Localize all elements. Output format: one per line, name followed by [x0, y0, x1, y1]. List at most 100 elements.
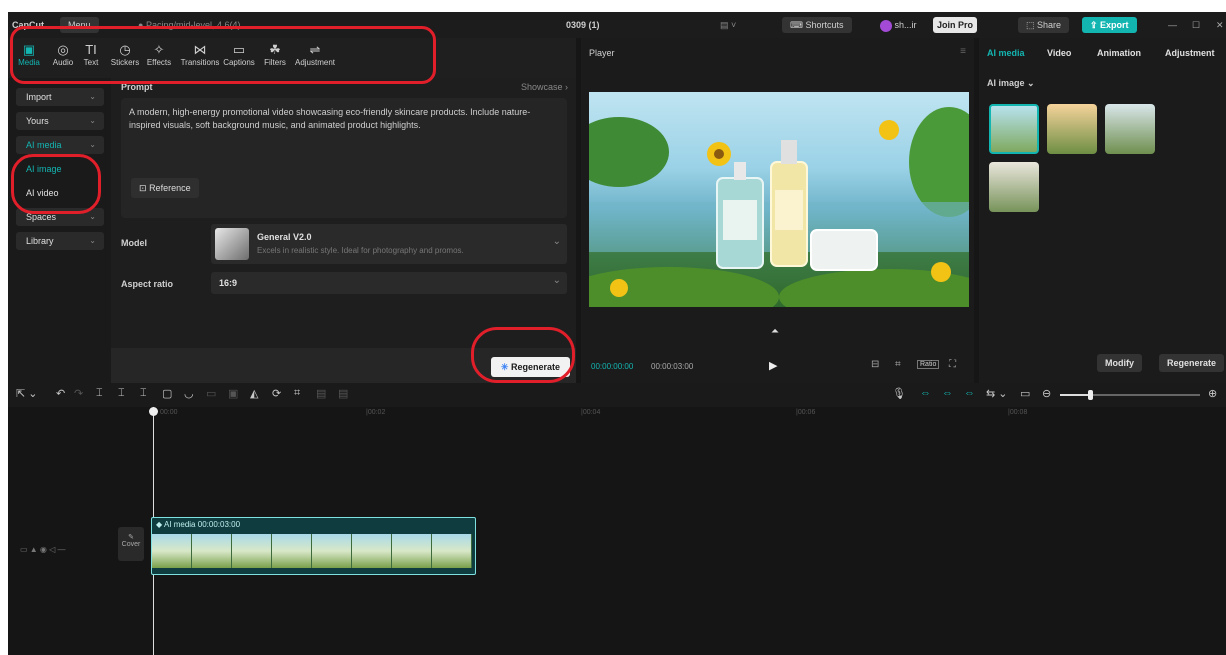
join-pro-button[interactable]: Join Pro: [933, 17, 978, 33]
nav-yours[interactable]: Yours ⌄: [16, 112, 104, 130]
tab-animation[interactable]: Animation: [1097, 48, 1141, 58]
tool-adjustment[interactable]: ⇌ Adjustment: [292, 42, 338, 67]
shortcuts-button[interactable]: ⌨ Shortcuts: [782, 17, 852, 33]
delete-icon[interactable]: ▢: [162, 387, 172, 400]
tool-effects[interactable]: ✧ Effects: [142, 42, 176, 67]
nav-ai-image[interactable]: AI image: [16, 160, 104, 178]
track-controls[interactable]: ▭ ▲ ◉ ◁ —: [20, 545, 66, 554]
share-button[interactable]: ⬚ Share: [1018, 17, 1070, 33]
shield-icon[interactable]: ◡: [184, 387, 194, 400]
media-toolbar: ▣ Media ◎ Audio TI Text ◷ Stickers ✧ Effects …: [8, 38, 576, 78]
shortcuts-label: Shortcuts: [805, 20, 844, 30]
zoom-slider-handle[interactable]: [1088, 390, 1093, 400]
caption-icon[interactable]: ▭: [1020, 387, 1030, 400]
model-select[interactable]: General V2.0 Excels in realistic style. …: [211, 224, 567, 264]
zoom-slider[interactable]: [1060, 390, 1200, 400]
right-regenerate-button[interactable]: Regenerate: [1159, 354, 1225, 372]
split-left-icon[interactable]: ⌶: [118, 387, 125, 400]
split-icon[interactable]: ⌶: [96, 387, 103, 400]
export-button[interactable]: ⇪ Export: [1082, 17, 1137, 33]
tool-captions[interactable]: ▭ Captions: [220, 42, 258, 67]
user-avatar[interactable]: sh...ir: [880, 17, 917, 33]
menu-button[interactable]: Menu: [60, 17, 99, 33]
chevron-down-icon: ⌄: [89, 236, 96, 245]
nav-library[interactable]: Library ⌄: [16, 232, 104, 250]
close-icon[interactable]: ✕: [1216, 17, 1224, 33]
playhead-handle[interactable]: [149, 407, 158, 416]
tool-stickers[interactable]: ◷ Stickers: [108, 42, 142, 67]
redo-icon[interactable]: ↷: [74, 387, 83, 400]
showcase-link[interactable]: Showcase ›: [521, 82, 568, 92]
ratio-button[interactable]: Ratio: [917, 360, 940, 369]
share-label: Share: [1037, 20, 1062, 30]
aspect-ratio-select[interactable]: 16:9 ⌄: [211, 272, 567, 294]
reference-button[interactable]: ⊡ Reference: [131, 178, 199, 198]
minimize-icon[interactable]: —: [1168, 17, 1177, 33]
project-title[interactable]: ● Pacing/mid-level, 4.6(4): [138, 17, 240, 33]
tool-media[interactable]: ▣ Media: [12, 42, 46, 67]
zoom-in-icon[interactable]: ⊕: [1208, 387, 1217, 400]
split-audio-icon[interactable]: ⇆ ⌄: [986, 387, 1008, 400]
auto-reframe-icon[interactable]: ▤: [338, 387, 348, 400]
nav-ai-video[interactable]: AI video: [16, 184, 104, 202]
menu-icon[interactable]: ≡: [960, 46, 966, 57]
crop-icon[interactable]: ⌗: [294, 387, 300, 400]
maximize-icon[interactable]: ☐: [1192, 17, 1200, 33]
generated-image-thumb[interactable]: [989, 104, 1039, 154]
microphone-icon[interactable]: 🎙: [892, 387, 906, 400]
play-icon[interactable]: ▶: [769, 359, 777, 372]
player-panel: Player ≡ ⏶ 00:00:00:00 00:00:03:00 ▶ ⊟ ⌗…: [581, 38, 974, 383]
tool-filters[interactable]: ☘ Filters: [258, 42, 292, 67]
magnet-icon[interactable]: ⇔: [942, 387, 953, 399]
preview-axis-icon[interactable]: ⇔: [964, 387, 975, 399]
layout-icon[interactable]: ▤ ˅: [720, 17, 736, 33]
rotate-icon[interactable]: ⟳: [272, 387, 281, 400]
clip-frame: [392, 534, 432, 568]
export-label: Export: [1100, 20, 1129, 30]
nav-import[interactable]: Import ⌄: [16, 88, 104, 106]
tab-adjustment[interactable]: Adjustment: [1165, 48, 1215, 58]
select-tool-icon[interactable]: ⇱ ⌄: [16, 387, 38, 400]
ruler-tick: |00:08: [1008, 409, 1028, 416]
regenerate-button[interactable]: ✳ Regenerate: [490, 357, 570, 377]
clip-frame: [312, 534, 352, 568]
link-icon[interactable]: ⇔: [920, 387, 931, 399]
collapse-up-icon[interactable]: ⏶: [771, 326, 779, 337]
generated-image-thumb[interactable]: [1047, 104, 1097, 154]
video-clip[interactable]: ◆ AI media 00:00:03:00: [151, 517, 476, 575]
ai-icon[interactable]: ▤: [316, 387, 326, 400]
tab-video[interactable]: Video: [1047, 48, 1071, 58]
player-title: Player: [589, 48, 615, 58]
capcut-window: CapCut Menu ● Pacing/mid-level, 4.6(4) 0…: [8, 12, 1226, 655]
project-title-text: Pacing/mid-level, 4.6(4): [145, 20, 241, 30]
split-right-icon[interactable]: ⌶: [140, 387, 147, 400]
tool-label: Adjustment: [294, 58, 336, 67]
reverse-icon[interactable]: ▣: [228, 387, 238, 400]
zoom-out-icon[interactable]: ⊖: [1042, 387, 1051, 400]
model-desc: Excels in realistic style. Ideal for pho…: [257, 246, 464, 255]
prompt-input[interactable]: A modern, high-energy promotional video …: [121, 98, 567, 218]
generated-image-thumb[interactable]: [989, 162, 1039, 212]
zoom-icon[interactable]: ⌗: [895, 359, 901, 370]
fullscreen-icon[interactable]: ⛶: [949, 359, 956, 370]
undo-icon[interactable]: ↶: [56, 387, 65, 400]
mirror-icon[interactable]: ◭: [250, 387, 258, 400]
tool-text[interactable]: TI Text: [74, 42, 108, 67]
video-preview[interactable]: [589, 92, 969, 307]
ai-image-section[interactable]: AI image ⌄: [987, 78, 1035, 89]
tool-label: Captions: [223, 58, 255, 67]
fit-icon[interactable]: ⊟: [871, 359, 879, 370]
tab-ai-media[interactable]: AI media: [987, 48, 1025, 58]
title-bar: CapCut Menu ● Pacing/mid-level, 4.6(4) 0…: [8, 12, 1226, 38]
modify-button[interactable]: Modify: [1097, 354, 1142, 372]
generated-image-thumb[interactable]: [1105, 104, 1155, 154]
nav-label: Import: [26, 92, 52, 102]
freeze-icon[interactable]: ▭: [206, 387, 216, 400]
nav-spaces[interactable]: Spaces ⌄: [16, 208, 104, 226]
nav-label: Library: [26, 236, 54, 246]
tool-transitions[interactable]: ⋈ Transitions: [180, 42, 220, 67]
window-title: 0309 (1): [566, 20, 600, 30]
cover-button[interactable]: ✎ Cover: [118, 527, 144, 561]
ruler-tick: |00:02: [366, 409, 386, 416]
nav-ai-media[interactable]: AI media ⌄: [16, 136, 104, 154]
